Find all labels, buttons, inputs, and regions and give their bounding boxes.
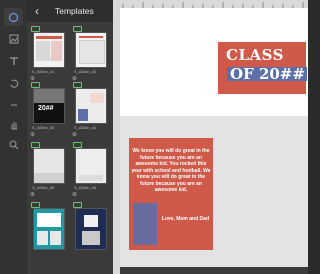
tool-rail bbox=[0, 0, 28, 274]
zoom-in-icon[interactable]: ⊕ bbox=[30, 75, 35, 82]
title-line-1[interactable]: CLASS bbox=[226, 46, 284, 64]
photo-placeholder[interactable] bbox=[133, 203, 157, 245]
template-caption: S_ADkin_06 bbox=[74, 185, 97, 190]
zoom-in-icon[interactable]: ⊕ bbox=[72, 75, 77, 82]
template-item[interactable]: S_ADkin_04 ⊕ bbox=[71, 82, 109, 140]
template-caption: S_ADkin_01 bbox=[32, 69, 55, 74]
template-thumbnail[interactable] bbox=[33, 208, 65, 250]
template-thumbnail[interactable] bbox=[75, 148, 107, 184]
zoom-in-icon[interactable]: ⊕ bbox=[72, 191, 77, 198]
thumb-text: 20## bbox=[38, 105, 54, 112]
undo-icon[interactable] bbox=[4, 74, 23, 92]
message-text[interactable]: We know you will do great in the future … bbox=[129, 148, 213, 194]
template-thumbnail[interactable] bbox=[75, 32, 107, 68]
chevron-left-icon[interactable]: ‹ bbox=[35, 4, 49, 18]
text-icon[interactable] bbox=[4, 52, 23, 70]
template-item[interactable] bbox=[29, 202, 67, 260]
template-item[interactable] bbox=[71, 202, 109, 260]
horizontal-scrollbar[interactable] bbox=[120, 267, 308, 274]
templates-panel: ‹ Templates S_ADkin_01 ⊕ S_ADkin_02 ⊕ 20… bbox=[27, 0, 114, 274]
template-thumbnail[interactable] bbox=[75, 208, 107, 250]
canvas-area[interactable]: CLASS OF 20## We know you will do great … bbox=[113, 0, 308, 274]
panel-title: Templates bbox=[55, 6, 94, 16]
zoom-in-icon[interactable]: ⊕ bbox=[30, 131, 35, 138]
zoom-in-icon[interactable]: ⊕ bbox=[30, 191, 35, 198]
template-caption: S_ADkin_03 bbox=[32, 125, 55, 130]
template-item[interactable]: S_ADkin_01 ⊕ bbox=[29, 26, 67, 84]
template-thumbnail[interactable] bbox=[33, 32, 65, 68]
template-item[interactable]: S_ADkin_05 ⊕ bbox=[29, 142, 67, 200]
template-caption: S_ADkin_04 bbox=[74, 125, 97, 130]
title-line-2[interactable]: OF 20## bbox=[230, 65, 305, 83]
hand-icon[interactable] bbox=[4, 116, 23, 134]
image-icon[interactable] bbox=[4, 30, 23, 48]
zoom-in-icon[interactable]: ⊕ bbox=[72, 131, 77, 138]
template-thumbnail[interactable]: 20## bbox=[33, 88, 65, 124]
minus-icon[interactable] bbox=[4, 96, 23, 114]
design-page[interactable]: CLASS OF 20## We know you will do great … bbox=[120, 8, 308, 267]
template-thumbnail[interactable] bbox=[75, 88, 107, 124]
template-item[interactable]: S_ADkin_02 ⊕ bbox=[71, 26, 109, 84]
cursor-icon[interactable] bbox=[4, 8, 23, 26]
template-caption: S_ADkin_02 bbox=[74, 69, 97, 74]
panel-header: ‹ Templates bbox=[27, 0, 113, 22]
template-thumbnail[interactable] bbox=[33, 148, 65, 184]
template-caption: S_ADkin_05 bbox=[32, 185, 55, 190]
template-item[interactable]: 20## S_ADkin_03 ⊕ bbox=[29, 82, 67, 140]
zoom-icon[interactable] bbox=[4, 136, 23, 154]
template-item[interactable]: S_ADkin_06 ⊕ bbox=[71, 142, 109, 200]
